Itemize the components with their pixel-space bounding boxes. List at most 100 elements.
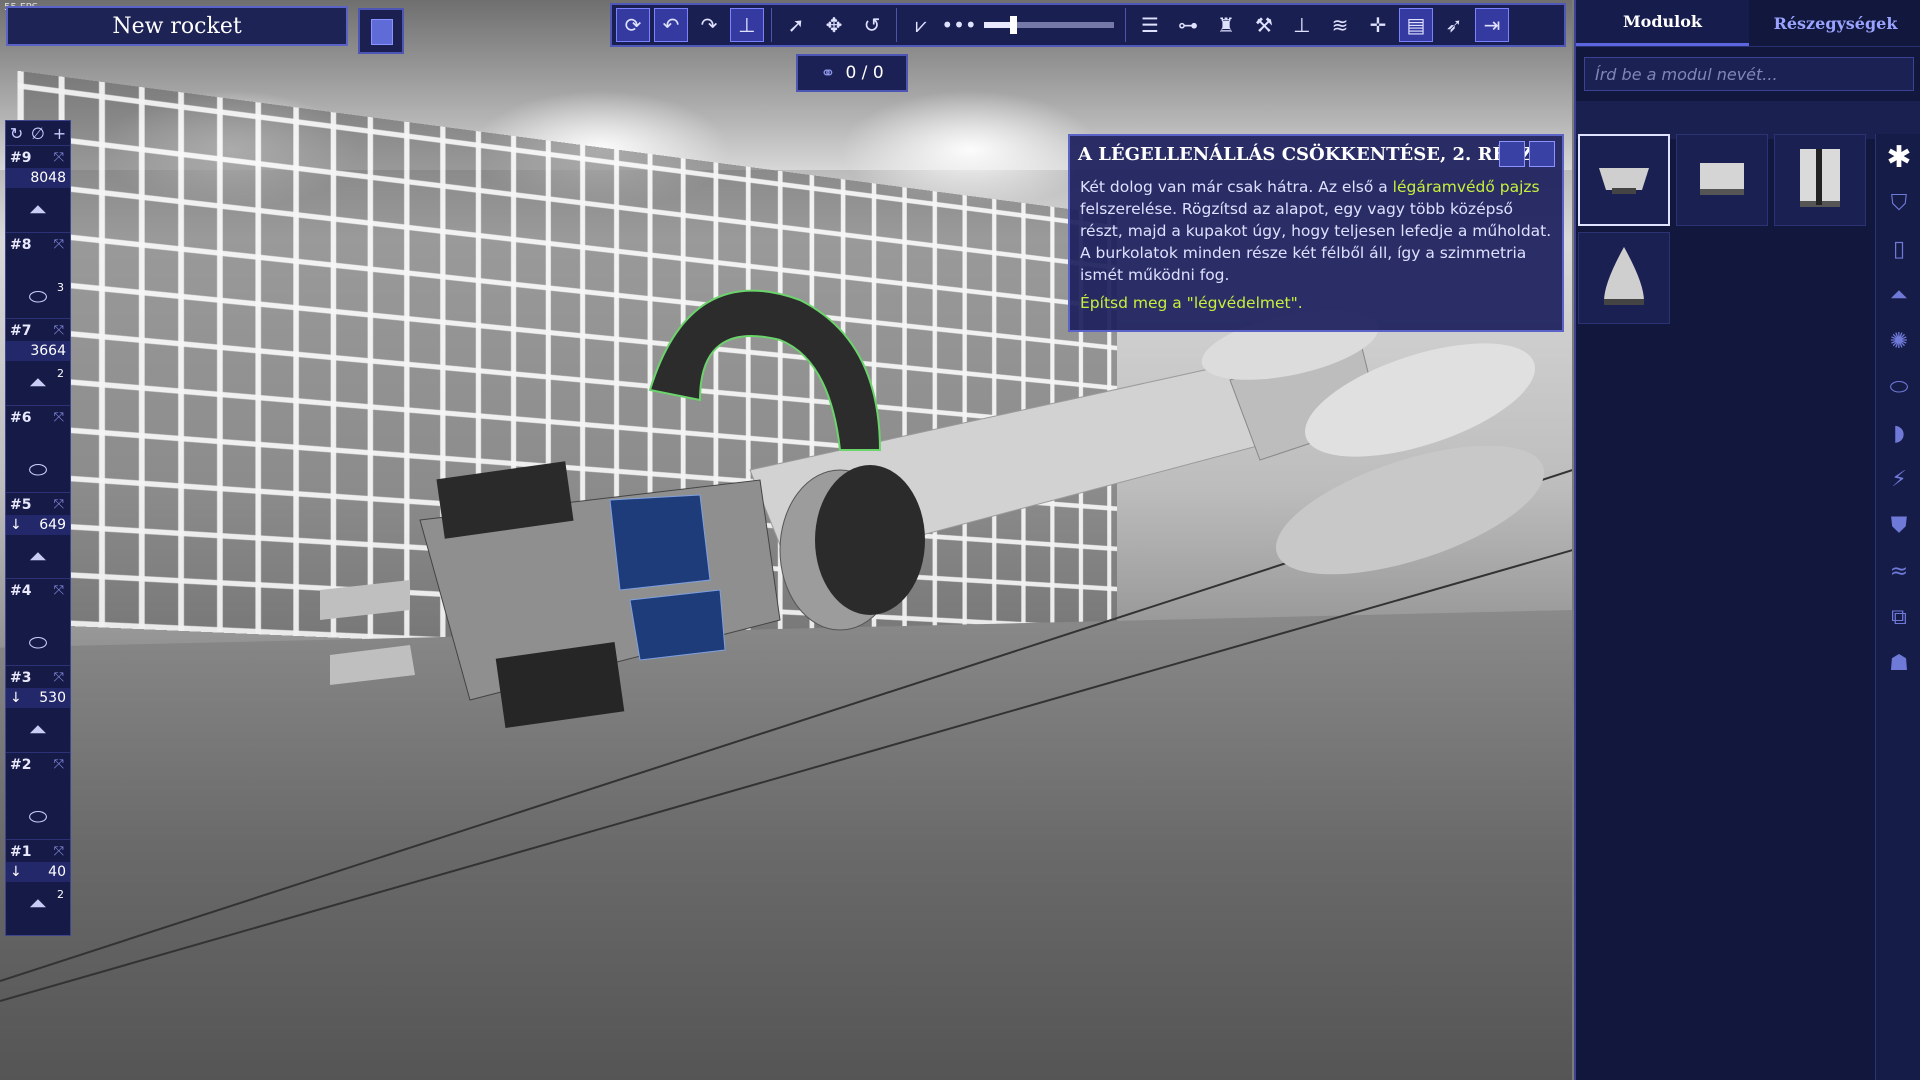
stage-expand-icon[interactable]: ⤧ [54, 844, 64, 859]
stage-delta-v: 8048 [6, 168, 70, 188]
decoupler-icon[interactable]: ⬭ [26, 805, 50, 831]
tutorial-highlight: légáramvédő pajzs [1392, 178, 1540, 196]
stage-item[interactable]: #3 ⤧ 530 ↓ ⏶ [6, 665, 70, 752]
symmetry-icon[interactable]: ⩗ [904, 8, 938, 42]
fuel-tank-icon[interactable]: ▯ [1876, 226, 1920, 272]
rotate-icon[interactable]: ↺ [855, 8, 889, 42]
tutorial-text: Két dolog van már csak hátra. Az első a … [1080, 178, 1552, 284]
structural-icon[interactable]: ✺ [1876, 318, 1920, 364]
staging-panel: ↻ ∅ + #9 ⤧ 8048 ⏶ #8 ⤧ ⬭ 3 #7 ⤧ 3664 ⏶ 2 #6 ⤧ ⬭ #5 ⤧ 649 ↓ ⏶… [5, 120, 71, 936]
link-icon: ⚭ [820, 62, 836, 84]
payload-adapter-ring [815, 465, 925, 615]
all-parts-icon[interactable]: ✱ [1876, 134, 1920, 180]
stage-item[interactable]: #5 ⤧ 649 ↓ ⏶ [6, 491, 70, 579]
part-fairing-middle-tall[interactable] [1774, 134, 1866, 226]
aerodynamics-icon[interactable]: ◗ [1876, 410, 1920, 456]
tutorial-minimize-button[interactable] [1529, 141, 1555, 167]
science-icon[interactable]: ⧉ [1876, 594, 1920, 640]
stage-arrow-icon: ↓ [10, 690, 22, 707]
stage-part-count: 2 [57, 887, 64, 901]
payload-icon[interactable]: ⛊ [1876, 502, 1920, 548]
engine-icon[interactable]: ⏶ [26, 198, 50, 224]
engine-icon[interactable]: ⏶ [26, 892, 50, 918]
symmetry-view-icon[interactable]: ⊥ [730, 8, 764, 42]
parts-panel: Modulok Részegységek Írd be a modul nevé… [1574, 0, 1920, 1080]
center-of-mass-icon[interactable]: ♜ [1209, 8, 1243, 42]
save-icon[interactable]: ▤ [1399, 8, 1433, 42]
stage-item[interactable]: #2 ⤧ ⬭ [6, 751, 70, 839]
rocket-color-button[interactable] [358, 8, 404, 54]
launch-pad-icon[interactable]: ⊥ [1285, 8, 1319, 42]
reset-view-icon[interactable]: ⟳ [616, 8, 650, 42]
stage-number: #9 [10, 150, 32, 166]
thrust-icon[interactable]: ✛ [1361, 8, 1395, 42]
tutorial-pause-button[interactable] [1499, 141, 1525, 167]
clear-stages-icon[interactable]: ∅ [31, 124, 45, 143]
stage-expand-icon[interactable]: ⤧ [54, 150, 64, 165]
symmetry-slider[interactable] [984, 16, 1114, 34]
electrical-icon[interactable]: ⚡ [1876, 456, 1920, 502]
counter-current: 0 [845, 63, 857, 83]
misc-icon[interactable]: ☗ [1876, 640, 1920, 686]
tab-modules[interactable]: Modulok [1576, 0, 1749, 46]
staging-tree-icon[interactable]: ⊶ [1171, 8, 1205, 42]
wrench-icon[interactable]: ⚒ [1247, 8, 1281, 42]
tutorial-title: A LÉGELLENÁLLÁS CSÖKKENTÉSE, 2. RÉSZ [1078, 143, 1533, 165]
tab-subassemblies[interactable]: Részegységek [1749, 0, 1920, 46]
stage-expand-icon[interactable]: ⤧ [54, 757, 64, 772]
engine-nozzle [330, 645, 415, 685]
stage-item[interactable]: #9 ⤧ 8048 ⏶ [6, 145, 70, 232]
engine-icon[interactable]: ⏶ [26, 545, 50, 571]
part-fairing-middle-short[interactable] [1676, 134, 1768, 226]
stage-part-count: 2 [57, 367, 64, 381]
tutorial-task: Építsd meg a "légvédelmet". [1080, 294, 1303, 312]
solar-panel [609, 494, 711, 591]
decoupler-icon[interactable]: ⬭ [26, 631, 50, 657]
checklist-icon[interactable]: ☰ [1133, 8, 1167, 42]
stage-item[interactable]: #6 ⤧ ⬭ [6, 405, 70, 492]
engine-category-icon[interactable]: ⏶ [1876, 272, 1920, 318]
module-search-input[interactable]: Írd be a modul nevét... [1584, 57, 1914, 91]
symmetry-count-icon[interactable]: ••• [941, 8, 976, 42]
stage-expand-icon[interactable]: ⤧ [54, 410, 64, 425]
part-link-counter: ⚭ 0 / 0 [796, 54, 908, 92]
solar-panel [629, 589, 726, 661]
stage-part-count: 3 [57, 280, 64, 294]
part-fairing-nose-cone[interactable] [1578, 232, 1670, 324]
undo-icon[interactable]: ↶ [654, 8, 688, 42]
stage-expand-icon[interactable]: ⤧ [54, 583, 64, 598]
launch-icon[interactable]: ➶ [1437, 8, 1471, 42]
stage-item[interactable]: #8 ⤧ ⬭ 3 [6, 231, 70, 319]
tutorial-window: A LÉGELLENÁLLÁS CSÖKKENTÉSE, 2. RÉSZ Két… [1068, 134, 1564, 332]
stage-item[interactable]: #1 ⤧ 40 ↓ ⏶ 2 [6, 838, 70, 926]
stage-arrow-icon: ↓ [10, 516, 22, 533]
reset-stages-icon[interactable]: ↻ [10, 124, 23, 143]
redo-icon[interactable]: ↷ [692, 8, 726, 42]
stage-expand-icon[interactable]: ⤧ [54, 237, 64, 252]
stage-number: #5 [10, 496, 32, 513]
engine-icon[interactable]: ⏶ [26, 718, 50, 744]
fairing-half[interactable] [648, 289, 882, 451]
main-toolbar: ⟳ ↶ ↷ ⊥ ➚ ✥ ↺ ⩗ ••• ☰ ⊶ ♜ ⚒ ⊥ ≋ ✛ ▤ ➶ ⇥ [610, 3, 1566, 47]
exit-icon[interactable]: ⇥ [1475, 8, 1509, 42]
decoupler-category-icon[interactable]: ⬭ [1876, 364, 1920, 410]
add-stage-icon[interactable]: + [53, 124, 66, 143]
stage-item[interactable]: #4 ⤧ ⬭ [6, 578, 70, 665]
decoupler-icon[interactable]: ⬭ [26, 458, 50, 484]
utility-icon[interactable]: ≈ [1876, 548, 1920, 594]
part-fairing-base[interactable] [1578, 134, 1670, 226]
stage-expand-icon[interactable]: ⤧ [54, 323, 64, 338]
stage-number: #1 [10, 843, 32, 860]
stage-expand-icon[interactable]: ⤧ [54, 670, 64, 685]
stage-number: #3 [10, 670, 32, 687]
move-icon[interactable]: ✥ [817, 8, 851, 42]
command-pod-icon[interactable]: ⛉ [1876, 180, 1920, 226]
decoupler-icon[interactable]: ⬭ [26, 285, 50, 311]
stage-item[interactable]: #7 ⤧ 3664 ⏶ 2 [6, 318, 70, 405]
stage-number: #6 [10, 410, 32, 427]
select-cursor-icon[interactable]: ➚ [779, 8, 813, 42]
aero-icon[interactable]: ≋ [1323, 8, 1357, 42]
stage-expand-icon[interactable]: ⤧ [54, 497, 64, 512]
rocket-name-field[interactable]: New rocket [6, 6, 348, 46]
engine-icon[interactable]: ⏶ [26, 371, 50, 397]
